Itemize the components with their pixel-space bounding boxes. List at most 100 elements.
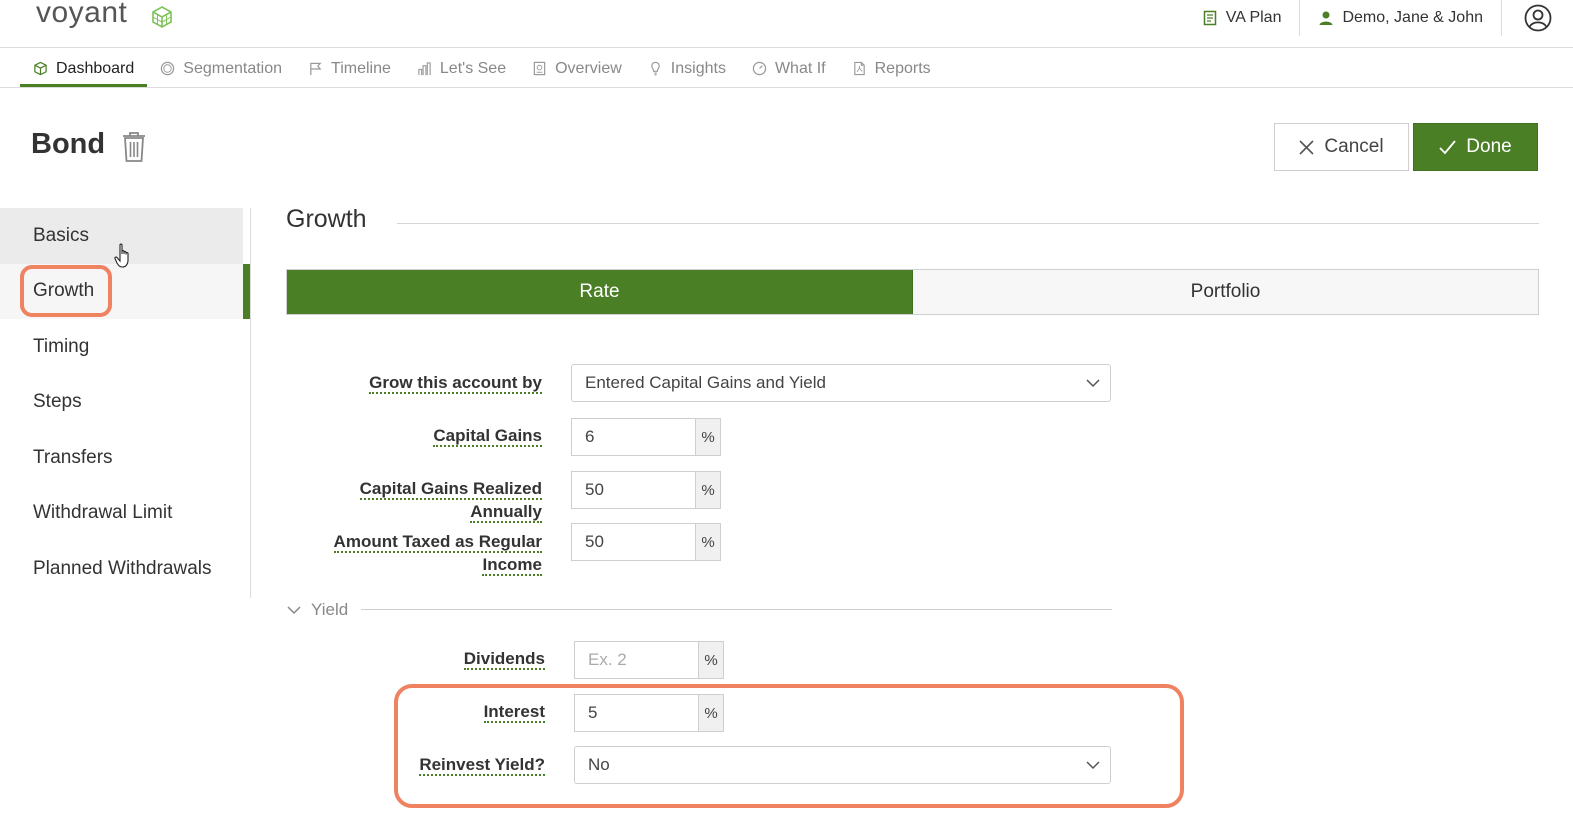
- capital-gains-input[interactable]: 6: [571, 418, 695, 456]
- dividends-label: Dividends: [293, 647, 545, 670]
- segment-icon: [161, 61, 175, 76]
- client-label: Demo, Jane & John: [1342, 9, 1483, 26]
- grow-label: Grow this account by: [290, 371, 542, 394]
- flag-icon: [310, 62, 322, 76]
- main-nav: Dashboard Segmentation Timeline Let's Se…: [20, 49, 944, 88]
- capital-gains-field[interactable]: 6 %: [571, 418, 721, 456]
- cg-realized-field[interactable]: 50 %: [571, 471, 721, 509]
- chevron-down-icon: [287, 606, 301, 615]
- tab-reports[interactable]: Reports: [839, 49, 944, 88]
- page-title: Bond: [31, 128, 106, 160]
- tab-label: Overview: [555, 59, 622, 77]
- side-item-label: Withdrawal Limit: [33, 502, 173, 524]
- cg-realized-label-text: Capital Gains Realized Annually: [359, 479, 542, 523]
- section-title: Growth: [286, 205, 367, 233]
- growth-mode-toggle: Rate Portfolio: [286, 269, 1539, 315]
- reinvest-select-value: No: [588, 755, 610, 774]
- percent-addon: %: [698, 694, 724, 732]
- side-item-label: Steps: [33, 391, 82, 413]
- interest-label-text: Interest: [483, 702, 545, 723]
- reinvest-label-text: Reinvest Yield?: [419, 755, 545, 776]
- side-item-withdrawal-limit[interactable]: Withdrawal Limit: [0, 486, 250, 542]
- reinvest-label: Reinvest Yield?: [293, 753, 545, 776]
- bar-chart-icon: [418, 62, 431, 76]
- nav-divider: [0, 87, 1573, 88]
- hand-cursor-icon: [114, 243, 129, 268]
- section-divider: [397, 223, 1539, 224]
- document-icon: [1203, 10, 1216, 26]
- side-item-timing[interactable]: Timing: [0, 319, 250, 375]
- side-item-label: Planned Withdrawals: [33, 557, 212, 579]
- profile-menu[interactable]: [1501, 0, 1573, 36]
- highlight-growth: [20, 265, 112, 317]
- percent-addon: %: [698, 641, 724, 679]
- done-label: Done: [1466, 136, 1512, 157]
- client-selector[interactable]: Demo, Jane & John: [1299, 0, 1501, 36]
- pdf-icon: [853, 61, 865, 76]
- interest-field[interactable]: 5 %: [574, 694, 724, 732]
- tab-dashboard[interactable]: Dashboard: [20, 49, 148, 88]
- taxed-label: Amount Taxed as Regular Income: [290, 530, 542, 576]
- cg-realized-label: Capital Gains Realized Annually: [290, 477, 542, 523]
- tab-segmentation[interactable]: Segmentation: [147, 49, 295, 88]
- side-item-label: Basics: [33, 224, 89, 246]
- taxed-label-line2: Income: [482, 555, 542, 576]
- tab-label: Let's See: [439, 59, 507, 77]
- side-item-transfers[interactable]: Transfers: [0, 430, 250, 486]
- grow-select-value: Entered Capital Gains and Yield: [585, 373, 826, 392]
- side-item-planned-withdrawals[interactable]: Planned Withdrawals: [0, 541, 250, 597]
- cube-logo-icon: [152, 6, 172, 28]
- gauge-icon: [752, 61, 767, 76]
- user-icon: [1319, 11, 1333, 25]
- side-item-label: Transfers: [33, 446, 113, 468]
- yield-label: Yield: [311, 600, 349, 619]
- dividends-label-text: Dividends: [463, 649, 545, 670]
- cube-icon: [34, 61, 47, 76]
- tab-overview[interactable]: Overview: [519, 49, 635, 88]
- dividends-input[interactable]: Ex. 2: [574, 641, 698, 679]
- taxed-label-line1: Amount Taxed as Regular: [333, 532, 542, 553]
- app-logo[interactable]: voyant: [36, 0, 127, 30]
- plan-label: VA Plan: [1225, 9, 1282, 26]
- cg-realized-input[interactable]: 50: [571, 471, 695, 509]
- plan-selector[interactable]: VA Plan: [1184, 0, 1300, 36]
- reinvest-select[interactable]: No: [574, 746, 1111, 784]
- percent-addon: %: [695, 418, 721, 456]
- taxed-field[interactable]: 50 %: [571, 523, 721, 561]
- interest-input[interactable]: 5: [574, 694, 698, 732]
- capital-gains-label-text: Capital Gains: [433, 426, 542, 447]
- grow-select[interactable]: Entered Capital Gains and Yield: [571, 364, 1111, 402]
- tab-what-if[interactable]: What If: [739, 49, 839, 88]
- yield-toggle[interactable]: Yield: [287, 600, 348, 620]
- percent-addon: %: [695, 523, 721, 561]
- done-button[interactable]: Done: [1413, 123, 1538, 171]
- rate-toggle-button[interactable]: Rate: [287, 270, 913, 314]
- close-icon: [1299, 139, 1314, 155]
- tab-lets-see[interactable]: Let's See: [404, 49, 519, 88]
- cancel-button[interactable]: Cancel: [1274, 123, 1409, 171]
- portfolio-toggle-button[interactable]: Portfolio: [913, 270, 1538, 314]
- taxed-input[interactable]: 50: [571, 523, 695, 561]
- side-item-steps[interactable]: Steps: [0, 375, 250, 431]
- tab-label: Timeline: [331, 59, 391, 77]
- tab-label: Reports: [874, 59, 931, 77]
- lightbulb-icon: [651, 61, 660, 76]
- capital-gains-label: Capital Gains: [290, 424, 542, 447]
- tab-timeline[interactable]: Timeline: [295, 49, 404, 88]
- chevron-down-icon: [1086, 379, 1100, 388]
- grow-label-text: Grow this account by: [369, 373, 542, 394]
- tab-insights[interactable]: Insights: [635, 49, 739, 88]
- interest-label: Interest: [293, 700, 545, 723]
- trash-icon[interactable]: [121, 131, 147, 163]
- tab-label: Insights: [670, 59, 726, 77]
- tab-label: Dashboard: [56, 59, 135, 77]
- side-item-label: Timing: [33, 335, 90, 357]
- check-icon: [1439, 139, 1456, 154]
- tab-label: What If: [774, 59, 826, 77]
- yield-divider: [361, 609, 1112, 610]
- report-icon: [533, 61, 546, 76]
- percent-addon: %: [695, 471, 721, 509]
- account-icon: [1524, 4, 1551, 32]
- dividends-field[interactable]: Ex. 2 %: [574, 641, 724, 679]
- cancel-label: Cancel: [1324, 136, 1384, 157]
